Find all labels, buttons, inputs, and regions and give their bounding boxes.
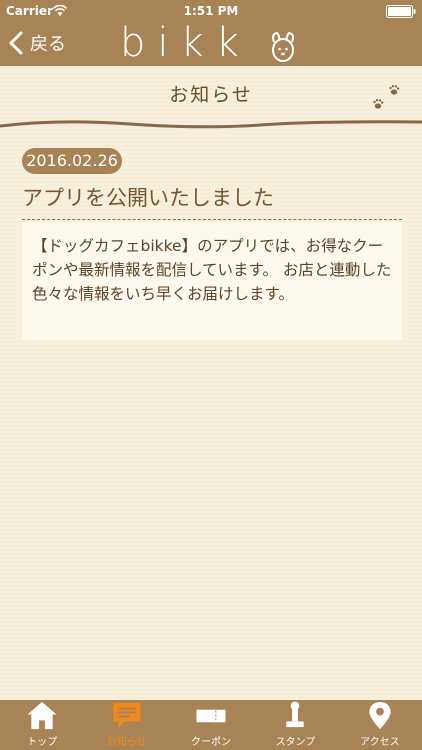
stamp-icon bbox=[286, 701, 305, 728]
tab-label: トップ bbox=[27, 737, 58, 748]
back-button[interactable]: 戻る bbox=[6, 26, 86, 60]
location-icon bbox=[369, 701, 391, 730]
tab-access[interactable]: アクセス bbox=[338, 700, 422, 750]
page-title: お知らせ bbox=[169, 84, 253, 106]
tab-coupon[interactable]: クーポン bbox=[169, 700, 253, 750]
tab-top[interactable]: トップ bbox=[0, 700, 84, 750]
tab-label: スタンプ bbox=[275, 737, 316, 748]
chat-icon bbox=[113, 702, 141, 729]
tab-label: お知らせ bbox=[106, 737, 147, 748]
bikke-logo: bikk bbox=[120, 20, 302, 66]
dog-face-logo-icon bbox=[272, 31, 294, 62]
tab-label: アクセス bbox=[360, 737, 400, 748]
logo-text: bikk bbox=[120, 20, 251, 66]
tab-bar: トップ お知らせ クーポン スタンプ アクセス bbox=[0, 700, 422, 750]
news-divider bbox=[22, 219, 402, 220]
paw-prints-icon bbox=[373, 85, 400, 109]
chevron-left-icon bbox=[9, 31, 23, 55]
tab-news[interactable]: お知らせ bbox=[84, 700, 168, 750]
status-bar: Carrier 1:51 PM bbox=[0, 0, 422, 22]
news-date-badge: 2016.02.26 bbox=[22, 148, 122, 174]
home-icon bbox=[27, 701, 57, 730]
ticket-icon bbox=[196, 709, 226, 723]
top-bar: Carrier 1:51 PM 戻る bikk bbox=[0, 0, 422, 66]
clock: 1:51 PM bbox=[183, 4, 239, 18]
page-header: お知らせ bbox=[0, 66, 422, 130]
battery-icon bbox=[386, 5, 416, 18]
news-title: アプリを公開いたしました bbox=[22, 186, 274, 210]
tab-label: クーポン bbox=[191, 737, 232, 748]
header-wave-divider bbox=[0, 120, 422, 129]
news-body: 【ドッグカフェbikke】のアプリでは、お得なクーポンや最新情報を配信しています… bbox=[22, 222, 402, 340]
back-label: 戻る bbox=[30, 34, 66, 55]
tab-stamp[interactable]: スタンプ bbox=[253, 700, 337, 750]
